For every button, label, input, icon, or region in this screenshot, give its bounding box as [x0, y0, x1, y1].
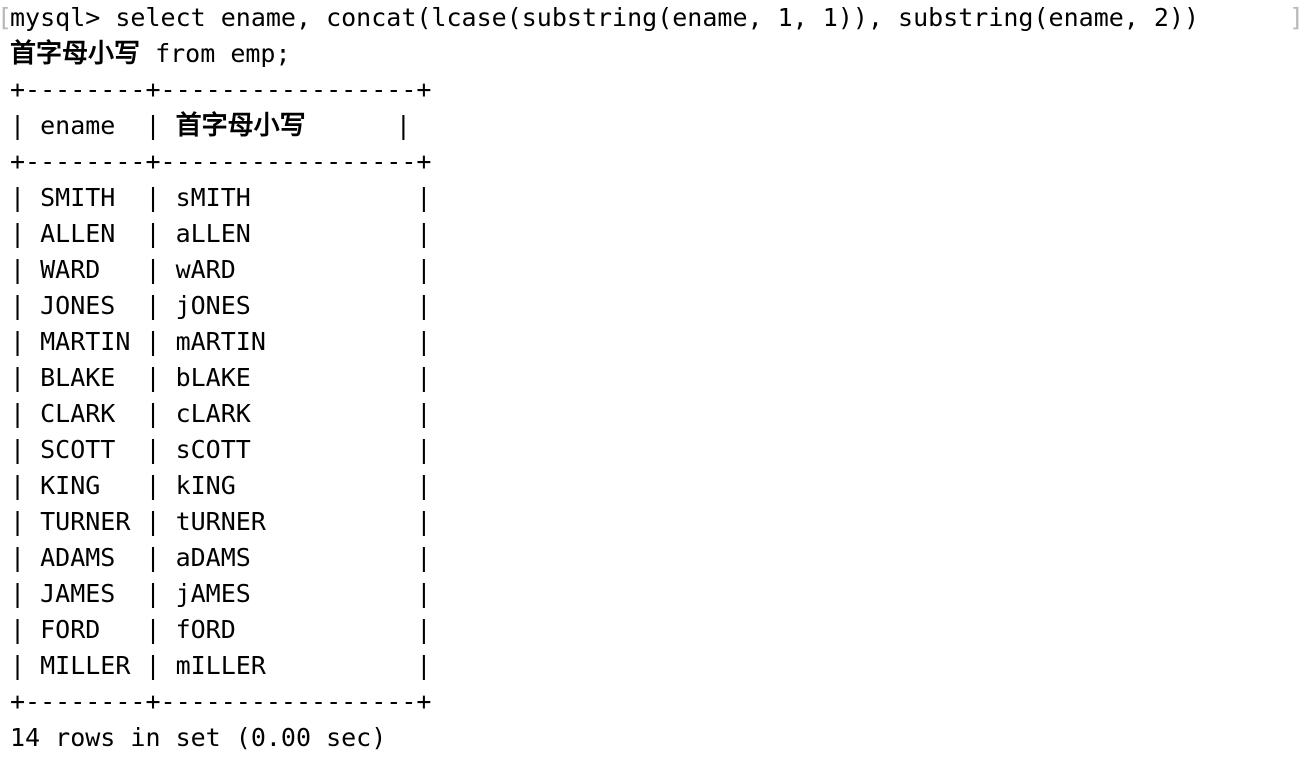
- table-row: | ADAMS | aDAMS |: [0, 540, 1300, 576]
- cell-ename: | ALLEN |: [10, 219, 176, 248]
- terminal-output: [ ] mysql> select ename, concat(lcase(su…: [0, 0, 1300, 764]
- cell-alias: mARTIN |: [175, 327, 432, 356]
- header-alias-padding: |: [305, 111, 411, 140]
- header-alias-cell: 首字母小写: [175, 111, 306, 141]
- table-separator-bottom: +--------+-----------------+: [10, 687, 432, 716]
- cell-ename: | CLARK |: [10, 399, 176, 428]
- cell-alias: aDAMS |: [175, 543, 432, 572]
- cell-ename: | SMITH |: [10, 183, 176, 212]
- cell-ename: | FORD |: [10, 615, 176, 644]
- cell-alias: mILLER |: [175, 651, 432, 680]
- cell-alias: bLAKE |: [175, 363, 432, 392]
- query-line-2: 首字母小写 from emp;: [0, 36, 1300, 72]
- cell-ename: | MARTIN |: [10, 327, 176, 356]
- table-row: | SCOTT | sCOTT |: [0, 432, 1300, 468]
- query-line-1: mysql> select ename, concat(lcase(substr…: [0, 0, 1300, 36]
- table-separator-top: +--------+-----------------+: [10, 75, 432, 104]
- cell-ename: | TURNER |: [10, 507, 176, 536]
- cell-alias: sCOTT |: [175, 435, 432, 464]
- cell-alias: tURNER |: [175, 507, 432, 536]
- cell-alias: cLARK |: [175, 399, 432, 428]
- cell-ename: | JONES |: [10, 291, 176, 320]
- table-body: | SMITH | sMITH | | ALLEN | aLLEN | | WARD…: [0, 180, 1300, 684]
- table-separator-header: +--------+-----------------+: [10, 147, 432, 176]
- table-row: | JONES | jONES |: [0, 288, 1300, 324]
- result-footer: 14 rows in set (0.00 sec): [10, 723, 387, 752]
- cell-alias: kING |: [175, 471, 432, 500]
- cell-ename: | KING |: [10, 471, 176, 500]
- table-row: | SMITH | sMITH |: [0, 180, 1300, 216]
- table-row: | WARD | wARD |: [0, 252, 1300, 288]
- cell-alias: jAMES |: [175, 579, 432, 608]
- cell-alias: wARD |: [175, 255, 432, 284]
- table-row: | FORD | fORD |: [0, 612, 1300, 648]
- cell-ename: | SCOTT |: [10, 435, 176, 464]
- table-row: | MARTIN | mARTIN |: [0, 324, 1300, 360]
- cell-ename: | JAMES |: [10, 579, 176, 608]
- cell-ename: | BLAKE |: [10, 363, 176, 392]
- cell-alias: jONES |: [175, 291, 432, 320]
- cell-alias: fORD |: [175, 615, 432, 644]
- cell-alias: sMITH |: [175, 183, 432, 212]
- cell-ename: | WARD |: [10, 255, 176, 284]
- table-row: | TURNER | tURNER |: [0, 504, 1300, 540]
- header-ename-cell: | ename |: [10, 111, 176, 140]
- cell-alias: aLLEN |: [175, 219, 432, 248]
- table-row: | ALLEN | aLLEN |: [0, 216, 1300, 252]
- table-header-row: | ename | 首字母小写 |: [0, 108, 1300, 144]
- query-line-1-text: mysql> select ename, concat(lcase(substr…: [10, 3, 1215, 32]
- table-row: | KING | kING |: [0, 468, 1300, 504]
- cell-ename: | ADAMS |: [10, 543, 176, 572]
- query-column-alias: 首字母小写: [10, 39, 141, 69]
- table-row: | BLAKE | bLAKE |: [0, 360, 1300, 396]
- query-line-2-suffix: from emp;: [140, 39, 291, 68]
- table-row: | JAMES | jAMES |: [0, 576, 1300, 612]
- table-row: | CLARK | cLARK |: [0, 396, 1300, 432]
- table-row: | MILLER | mILLER |: [0, 648, 1300, 684]
- cell-ename: | MILLER |: [10, 651, 176, 680]
